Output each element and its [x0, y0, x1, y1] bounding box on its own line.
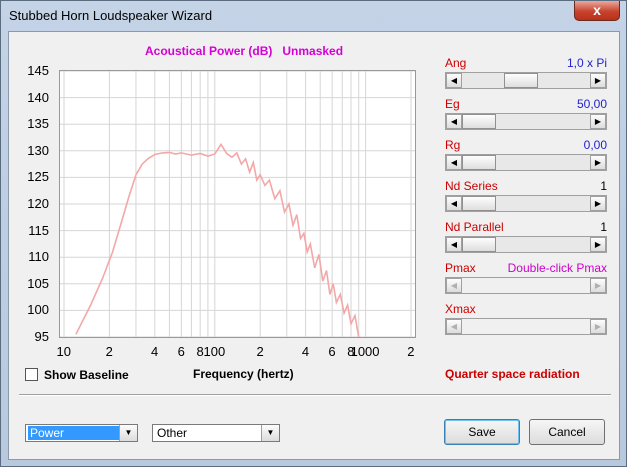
- scroll-left-icon[interactable]: ◀: [446, 155, 462, 170]
- window-title: Stubbed Horn Loudspeaker Wizard: [9, 8, 213, 23]
- param-scrollbar[interactable]: ◀ ▶: [445, 72, 607, 89]
- scroll-left-icon: ◀: [446, 319, 462, 334]
- x-tick-label: 10: [56, 344, 71, 359]
- chart-title: Acoustical Power (dB) Unmasked: [145, 44, 344, 58]
- y-tick-label: 95: [34, 329, 49, 344]
- x-tick-label: 6: [177, 344, 185, 359]
- y-tick-label: 125: [27, 169, 49, 185]
- show-baseline-checkbox[interactable]: Show Baseline: [25, 367, 129, 382]
- y-tick-label: 120: [27, 196, 49, 211]
- y-tick-label: 105: [27, 275, 49, 291]
- client-area: Acoustical Power (dB) Unmasked 145 140 135…: [8, 31, 620, 460]
- param-scrollbar: ◀ ▶: [445, 318, 607, 335]
- param-ang: Ang 1,0 x Pi ◀ ▶: [445, 56, 607, 90]
- scroll-left-icon[interactable]: ◀: [446, 237, 462, 252]
- x-tick-label: 2: [105, 344, 113, 359]
- x-tick-label: 4: [151, 344, 159, 359]
- y-tick-label: 130: [27, 142, 49, 158]
- power-chart: [60, 71, 415, 337]
- scroll-thumb[interactable]: [504, 73, 539, 88]
- y-tick-label: 110: [28, 249, 49, 265]
- scroll-right-icon[interactable]: ▶: [590, 237, 606, 252]
- chevron-down-icon[interactable]: ▼: [261, 425, 279, 441]
- divider: [19, 394, 611, 396]
- title-bar[interactable]: Stubbed Horn Loudspeaker Wizard x: [1, 1, 626, 31]
- power-combo[interactable]: Power ▼: [25, 424, 138, 442]
- x-tick-label: 2: [407, 344, 415, 359]
- scroll-thumb[interactable]: [462, 155, 496, 170]
- param-value: 50,00: [576, 97, 607, 111]
- param-scrollbar[interactable]: ◀ ▶: [445, 113, 607, 130]
- scroll-right-icon[interactable]: ▶: [590, 73, 606, 88]
- param-nd-parallel: Nd Parallel 1 ◀ ▶: [445, 220, 607, 254]
- other-combo[interactable]: Other ▼: [152, 424, 280, 442]
- param-eg: Eg 50,00 ◀ ▶: [445, 97, 607, 131]
- scroll-thumb[interactable]: [462, 196, 496, 211]
- param-label: Rg: [445, 138, 461, 152]
- scroll-left-icon: ◀: [446, 278, 462, 293]
- scroll-left-icon[interactable]: ◀: [446, 114, 462, 129]
- chevron-down-icon[interactable]: ▼: [119, 425, 137, 441]
- scroll-right-icon: ▶: [590, 319, 606, 334]
- param-value[interactable]: Double-click Pmax: [508, 261, 607, 275]
- other-combo-value: Other: [157, 426, 188, 440]
- param-rg: Rg 0,00 ◀ ▶: [445, 138, 607, 172]
- param-label: Pmax: [445, 261, 476, 275]
- scroll-thumb[interactable]: [462, 114, 496, 129]
- y-tick-label: 140: [27, 89, 49, 105]
- save-button[interactable]: Save: [444, 419, 520, 445]
- param-value: 0,00: [583, 138, 607, 152]
- x-axis-title: Frequency (hertz): [193, 367, 294, 381]
- scroll-right-icon[interactable]: ▶: [590, 114, 606, 129]
- power-combo-value: Power: [28, 426, 119, 440]
- param-value: 1: [600, 179, 607, 193]
- y-tick-label: 145: [27, 63, 49, 78]
- scroll-left-icon[interactable]: ◀: [446, 73, 462, 88]
- scroll-right-icon[interactable]: ▶: [590, 155, 606, 170]
- y-tick-label: 115: [28, 222, 49, 238]
- param-scrollbar[interactable]: ◀ ▶: [445, 236, 607, 253]
- param-label: Eg: [445, 97, 460, 111]
- x-tick-label: 6: [328, 344, 336, 359]
- scroll-right-icon: ▶: [590, 278, 606, 293]
- param-pmax: Pmax Double-click Pmax ◀ ▶: [445, 261, 607, 295]
- param-label: Nd Series: [445, 179, 498, 193]
- param-scrollbar[interactable]: ◀ ▶: [445, 195, 607, 212]
- param-label: Nd Parallel: [445, 220, 504, 234]
- power-series-line: [75, 142, 360, 337]
- scroll-right-icon[interactable]: ▶: [590, 196, 606, 211]
- radiation-label: Quarter space radiation: [445, 367, 580, 381]
- x-tick-label: 100: [203, 344, 226, 359]
- param-label: Ang: [445, 56, 467, 70]
- show-baseline-label: Show Baseline: [44, 367, 129, 382]
- y-tick-label: 135: [27, 116, 49, 132]
- x-tick-label: 4: [301, 344, 310, 359]
- x-tick-label: 2: [256, 344, 264, 359]
- param-xmax: Xmax ◀ ▶: [445, 302, 607, 336]
- plot-area: [59, 70, 416, 338]
- checkbox-box[interactable]: [25, 368, 38, 382]
- param-scrollbar: ◀ ▶: [445, 277, 607, 294]
- param-nd-series: Nd Series 1 ◀ ▶: [445, 179, 607, 213]
- param-scrollbar[interactable]: ◀ ▶: [445, 154, 607, 171]
- scroll-left-icon[interactable]: ◀: [446, 196, 462, 211]
- scroll-thumb[interactable]: [462, 237, 496, 252]
- param-value: 1,0 x Pi: [566, 56, 607, 70]
- close-button[interactable]: x: [574, 1, 620, 21]
- x-tick-label: 1000: [350, 344, 380, 359]
- param-label: Xmax: [445, 302, 476, 316]
- y-tick-label: 100: [27, 302, 49, 318]
- cancel-button[interactable]: Cancel: [529, 419, 605, 445]
- param-value: 1: [600, 220, 607, 234]
- wizard-window: Stubbed Horn Loudspeaker Wizard x Acoust…: [0, 0, 627, 467]
